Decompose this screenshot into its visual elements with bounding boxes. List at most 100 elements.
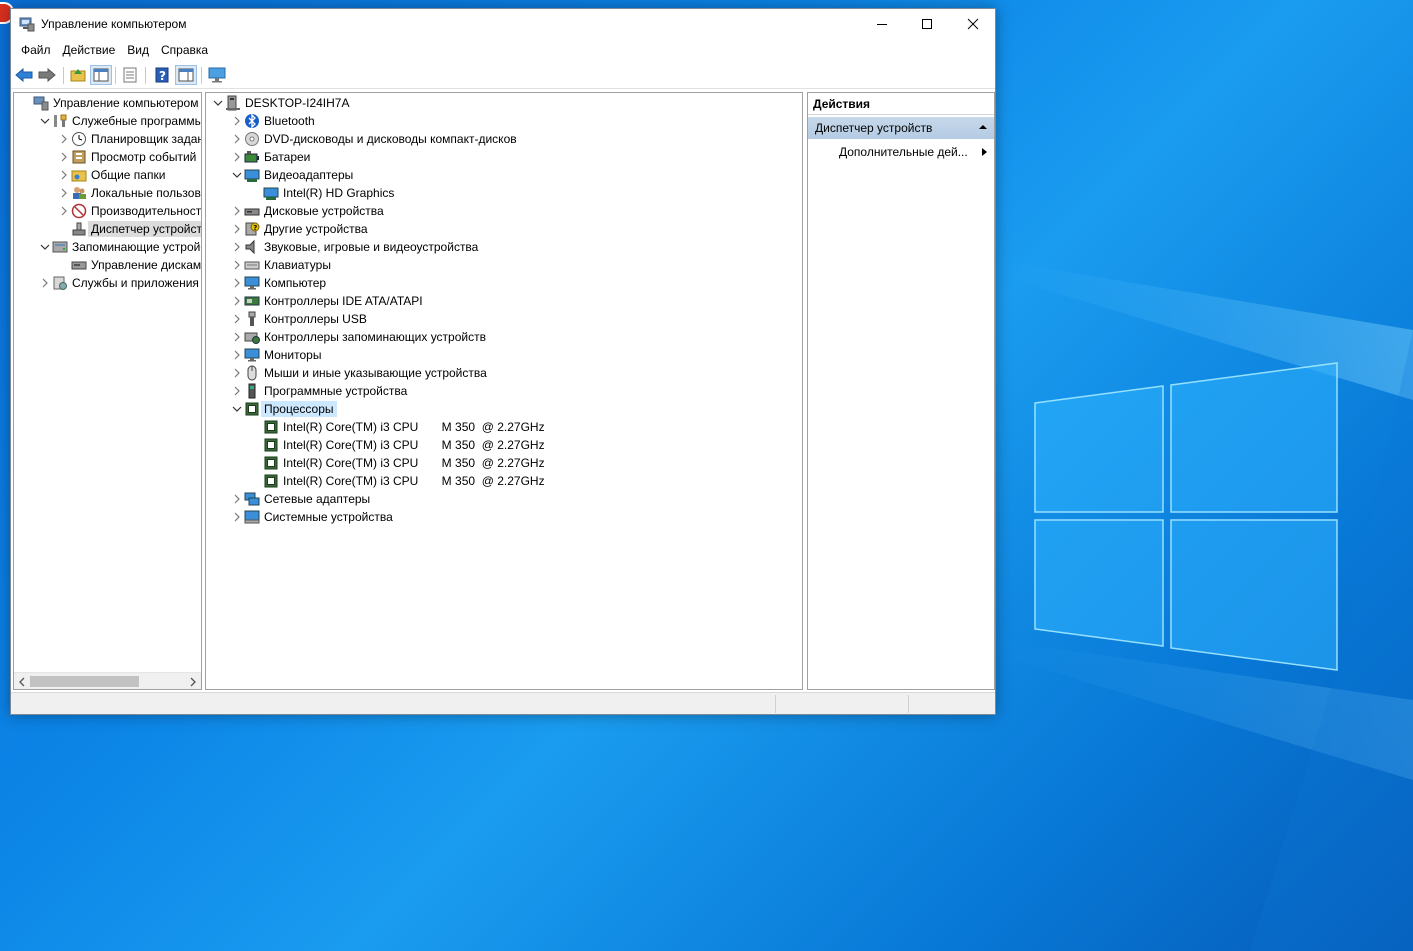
help-button[interactable]: ? <box>151 65 173 85</box>
device-tree-item[interactable]: Intel(R) HD Graphics <box>249 184 394 202</box>
menu-help[interactable]: Справка <box>155 43 214 57</box>
device-tree-item[interactable]: DVD-дисководы и дисководы компакт-дисков <box>230 130 517 148</box>
show-hide-action-pane-button[interactable] <box>175 65 197 85</box>
tree-expander[interactable] <box>230 364 244 382</box>
tree-expander[interactable] <box>230 256 244 274</box>
menu-file[interactable]: Файл <box>15 43 57 57</box>
device-tree-item[interactable]: Контроллеры запоминающих устройств <box>230 328 486 346</box>
tree-expander[interactable] <box>230 220 244 238</box>
console-tree-item[interactable]: Управление дисками <box>57 256 201 274</box>
device-tree-item[interactable]: Bluetooth <box>230 112 315 130</box>
tree-expander <box>249 472 263 490</box>
tree-expander <box>57 220 71 238</box>
device-tree-item[interactable]: Процессоры <box>230 400 337 418</box>
close-button[interactable] <box>950 9 996 39</box>
tree-expander[interactable] <box>230 292 244 310</box>
device-tree-item[interactable]: Видеоадаптеры <box>230 166 353 184</box>
users-icon <box>71 185 87 201</box>
tree-expander[interactable] <box>57 202 71 220</box>
back-button[interactable] <box>13 65 35 85</box>
console-tree-item[interactable]: Производительность <box>57 202 201 220</box>
actions-section-device-manager[interactable]: Диспетчер устройств <box>808 117 994 139</box>
tree-expander[interactable] <box>230 490 244 508</box>
collapse-up-icon[interactable] <box>978 122 988 132</box>
tree-expander[interactable] <box>230 508 244 526</box>
tree-expander[interactable] <box>230 274 244 292</box>
menu-view[interactable]: Вид <box>121 43 155 57</box>
title-bar[interactable]: Управление компьютером <box>11 9 995 39</box>
console-tree-item[interactable]: Просмотр событий <box>57 148 196 166</box>
tree-expander[interactable] <box>230 346 244 364</box>
show-hide-tree-button[interactable] <box>90 65 112 85</box>
tree-item-label: Intel(R) Core(TM) i3 CPU M 350 @ 2.27GHz <box>283 420 545 434</box>
menu-action[interactable]: Действие <box>57 43 122 57</box>
device-tree-item[interactable]: Intel(R) Core(TM) i3 CPU M 350 @ 2.27GHz <box>249 454 545 472</box>
tree-expander[interactable] <box>57 184 71 202</box>
tree-expander[interactable] <box>230 238 244 256</box>
tree-expander[interactable] <box>57 148 71 166</box>
tree-expander[interactable] <box>211 94 225 112</box>
more-actions-item[interactable]: Дополнительные дей... <box>839 141 994 163</box>
up-folder-button[interactable] <box>67 65 89 85</box>
monitor-button[interactable] <box>206 65 228 85</box>
scroll-left-icon[interactable] <box>15 675 29 688</box>
tree-expander[interactable] <box>230 382 244 400</box>
tree-expander[interactable] <box>38 274 52 292</box>
monitor-icon <box>244 347 260 363</box>
device-tree-item[interactable]: Контроллеры USB <box>230 310 367 328</box>
device-tree-item[interactable]: Дисковые устройства <box>230 202 384 220</box>
device-tree-item[interactable]: Intel(R) Core(TM) i3 CPU M 350 @ 2.27GHz <box>249 436 545 454</box>
status-bar <box>11 692 995 714</box>
console-tree-item[interactable]: Службы и приложения <box>38 274 199 292</box>
device-tree-item[interactable]: Звуковые, игровые и видеоустройства <box>230 238 478 256</box>
tree-expander[interactable] <box>230 166 244 184</box>
scroll-right-icon[interactable] <box>186 675 200 688</box>
forward-button[interactable] <box>36 65 58 85</box>
device-tree-item[interactable]: Мыши и иные указывающие устройства <box>230 364 487 382</box>
tree-expander[interactable] <box>230 310 244 328</box>
submenu-arrow-icon <box>982 148 987 156</box>
chevron-right-icon <box>234 152 240 162</box>
device-tree-item[interactable]: Сетевые адаптеры <box>230 490 370 508</box>
tree-expander[interactable] <box>230 148 244 166</box>
device-tree-item[interactable]: Intel(R) Core(TM) i3 CPU M 350 @ 2.27GHz <box>249 472 545 490</box>
tree-expander[interactable] <box>230 202 244 220</box>
tree-expander[interactable] <box>230 400 244 418</box>
maximize-button[interactable] <box>904 9 950 39</box>
chevron-right-icon <box>234 242 240 252</box>
horizontal-scrollbar[interactable] <box>14 672 201 689</box>
tree-expander[interactable] <box>57 166 71 184</box>
console-tree-item[interactable]: Служебные программы <box>38 112 201 130</box>
device-tree-item[interactable]: Батареи <box>230 148 310 166</box>
console-tree-item[interactable]: Планировщик заданий <box>57 130 201 148</box>
properties-button[interactable] <box>119 65 141 85</box>
tree-expander[interactable] <box>230 328 244 346</box>
device-tree-item[interactable]: Программные устройства <box>230 382 407 400</box>
tree-expander[interactable] <box>38 238 52 256</box>
device-tree-item[interactable]: Компьютер <box>230 274 326 292</box>
scrollbar-thumb[interactable] <box>30 676 139 687</box>
console-tree-item[interactable]: Управление компьютером (л <box>19 94 201 112</box>
chevron-right-icon <box>61 188 67 198</box>
actions-header: Действия <box>808 93 994 115</box>
device-tree-item[interactable]: DESKTOP-I24IH7A <box>211 94 349 112</box>
tree-expander[interactable] <box>38 112 52 130</box>
minimize-button[interactable] <box>859 9 905 39</box>
device-tree-item[interactable]: Клавиатуры <box>230 256 331 274</box>
device-tree-item[interactable]: ? Другие устройства <box>230 220 368 238</box>
console-tree-item[interactable]: Диспетчер устройств <box>57 220 201 238</box>
tree-expander[interactable] <box>230 112 244 130</box>
toolbar: ? <box>11 61 995 89</box>
device-tree-item[interactable]: Системные устройства <box>230 508 393 526</box>
device-tree-item[interactable]: Intel(R) Core(TM) i3 CPU M 350 @ 2.27GHz <box>249 418 545 436</box>
actions-pane: Действия Диспетчер устройств Дополнитель… <box>807 92 995 690</box>
console-tree-item[interactable]: Запоминающие устройст <box>38 238 201 256</box>
console-tree-item[interactable]: Общие папки <box>57 166 165 184</box>
device-tree-item[interactable]: Мониторы <box>230 346 321 364</box>
tree-expander[interactable] <box>230 130 244 148</box>
tree-item-label: Программные устройства <box>264 384 408 398</box>
tree-item-label: Процессоры <box>261 401 337 417</box>
console-tree-item[interactable]: Локальные пользовате <box>57 184 201 202</box>
device-tree-item[interactable]: Контроллеры IDE ATA/ATAPI <box>230 292 423 310</box>
tree-expander[interactable] <box>57 130 71 148</box>
